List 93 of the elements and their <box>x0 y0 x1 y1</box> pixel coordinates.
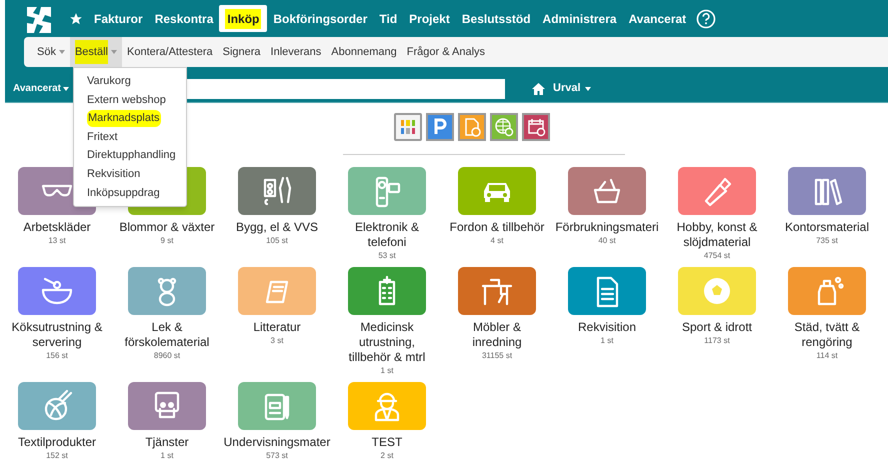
item-count: 53 st <box>378 250 396 261</box>
item-count: 40 st <box>598 235 616 246</box>
sub-nav-tab[interactable]: Abonnemang <box>326 37 402 67</box>
category-name[interactable]: Tjänster <box>119 435 215 450</box>
logo-icon[interactable] <box>25 4 53 32</box>
menu-item[interactable]: Rekvisition <box>74 164 186 184</box>
category-name[interactable]: Blommor & växter <box>119 220 215 235</box>
sub-nav-tab[interactable]: Signera <box>218 37 266 67</box>
category-name[interactable]: Möbler & inredning <box>449 320 545 350</box>
category-tile[interactable] <box>238 382 316 430</box>
item-count: 105 st <box>266 235 288 246</box>
document-cart-icon[interactable] <box>458 113 486 141</box>
item-count: 4 st <box>490 235 504 246</box>
menu-item[interactable]: Extern webshop <box>74 90 186 110</box>
nav-tab[interactable]: Inköp <box>219 5 268 32</box>
category-name[interactable]: Textilprodukter <box>9 435 105 450</box>
category-name[interactable]: Städ, tvätt & rengöring <box>779 320 875 350</box>
calendar-icon[interactable] <box>522 113 550 141</box>
grid-view-icon[interactable] <box>394 113 422 141</box>
item-count: 9 st <box>160 235 174 246</box>
category-name[interactable]: Köksutrustning & servering <box>9 320 105 350</box>
category-name[interactable]: TEST <box>339 435 435 450</box>
item-count: 3 st <box>270 335 284 346</box>
sub-nav-tab[interactable]: Sök <box>32 37 70 67</box>
category-tile[interactable] <box>348 267 426 315</box>
menu-item[interactable]: Inköpsuppdrag <box>74 184 186 202</box>
category-tile[interactable] <box>458 267 536 315</box>
category-tile[interactable] <box>568 167 646 215</box>
category-tile[interactable] <box>348 382 426 430</box>
category-tile[interactable] <box>128 267 206 315</box>
item-count: 735 st <box>816 235 838 246</box>
help-icon[interactable] <box>696 8 716 28</box>
item-count: 152 st <box>46 450 68 461</box>
category-name[interactable]: Elektronik & telefoni <box>339 220 435 250</box>
category-name[interactable]: Sport & idrott <box>669 320 765 335</box>
nav-tab[interactable]: Projekt <box>403 5 456 32</box>
nav-tab[interactable]: Avancerat <box>622 5 692 32</box>
category-tile[interactable] <box>788 267 866 315</box>
nav-tab[interactable]: Beslutsstöd <box>456 5 537 32</box>
category-name[interactable]: Medicinsk utrustning, tillbehör & mtrl <box>339 320 435 365</box>
category-tile[interactable] <box>238 167 316 215</box>
menu-item[interactable]: Direktupphandling <box>74 146 186 165</box>
category-tile[interactable] <box>18 382 96 430</box>
sub-nav-tab[interactable]: Inleverans <box>266 37 326 67</box>
item-count: 13 st <box>48 235 66 246</box>
view-dropdown[interactable]: Urval <box>553 80 591 97</box>
nav-tab[interactable]: Administrera <box>536 5 623 32</box>
menu-item[interactable]: Fritext <box>74 128 186 146</box>
item-count: 31155 st <box>482 350 512 361</box>
nav-tab[interactable]: Reskontra <box>148 5 220 32</box>
category-name[interactable]: Fordon & tillbehör <box>449 220 545 235</box>
category-name[interactable]: Arbetskläder <box>9 220 105 235</box>
item-count: 1 st <box>600 335 614 346</box>
sub-nav-tab[interactable]: Frågor & Analys <box>402 37 490 67</box>
category-name[interactable]: Bygg, el & VVS <box>229 220 325 235</box>
category-name[interactable]: Litteratur <box>229 320 325 335</box>
category-tile[interactable] <box>788 167 866 215</box>
item-count: 8960 st <box>154 350 180 361</box>
category-name[interactable]: Förbrukningsmateri <box>555 220 659 235</box>
category-name[interactable]: Lek & förskolematerial <box>119 320 215 350</box>
item-count: 573 st <box>266 450 288 461</box>
item-count: 156 st <box>46 350 68 361</box>
category-tile[interactable] <box>128 382 206 430</box>
item-count: 1 st <box>160 450 174 461</box>
menu-item[interactable]: Varukorg <box>74 72 186 91</box>
category-tile[interactable] <box>568 267 646 315</box>
sub-nav-tab[interactable]: Beställ <box>70 37 122 67</box>
item-count: 1173 st <box>704 335 730 346</box>
item-count: 2 st <box>380 450 394 461</box>
category-name[interactable]: Undervisningsmater <box>224 435 330 450</box>
star-icon[interactable] <box>69 12 83 26</box>
category-tile[interactable] <box>18 267 96 315</box>
category-tile[interactable] <box>678 167 756 215</box>
category-tile[interactable] <box>238 267 316 315</box>
item-count: 4754 st <box>704 250 730 261</box>
category-tile[interactable] <box>458 167 536 215</box>
globe-cart-icon[interactable] <box>490 113 518 141</box>
parking-icon[interactable] <box>426 113 454 141</box>
item-count: 1 st <box>380 365 394 376</box>
category-name[interactable]: Kontorsmaterial <box>779 220 875 235</box>
category-tile[interactable] <box>348 167 426 215</box>
scope-dropdown[interactable]: Avancerat <box>5 81 73 96</box>
sub-nav-tab[interactable]: Kontera/Attestera <box>122 37 218 67</box>
nav-tab[interactable]: Bokföringsorder <box>267 5 374 32</box>
nav-tab[interactable]: Tid <box>373 5 404 32</box>
category-name[interactable]: Rekvisition <box>559 320 655 335</box>
home-icon[interactable] <box>532 82 545 94</box>
caret-icon <box>584 86 591 90</box>
item-count: 114 st <box>816 350 838 361</box>
nav-tab[interactable]: Fakturor <box>88 5 149 32</box>
caret-icon <box>63 86 69 90</box>
category-name[interactable]: Hobby, konst & slöjdmaterial <box>669 220 765 250</box>
category-tile[interactable] <box>678 267 756 315</box>
